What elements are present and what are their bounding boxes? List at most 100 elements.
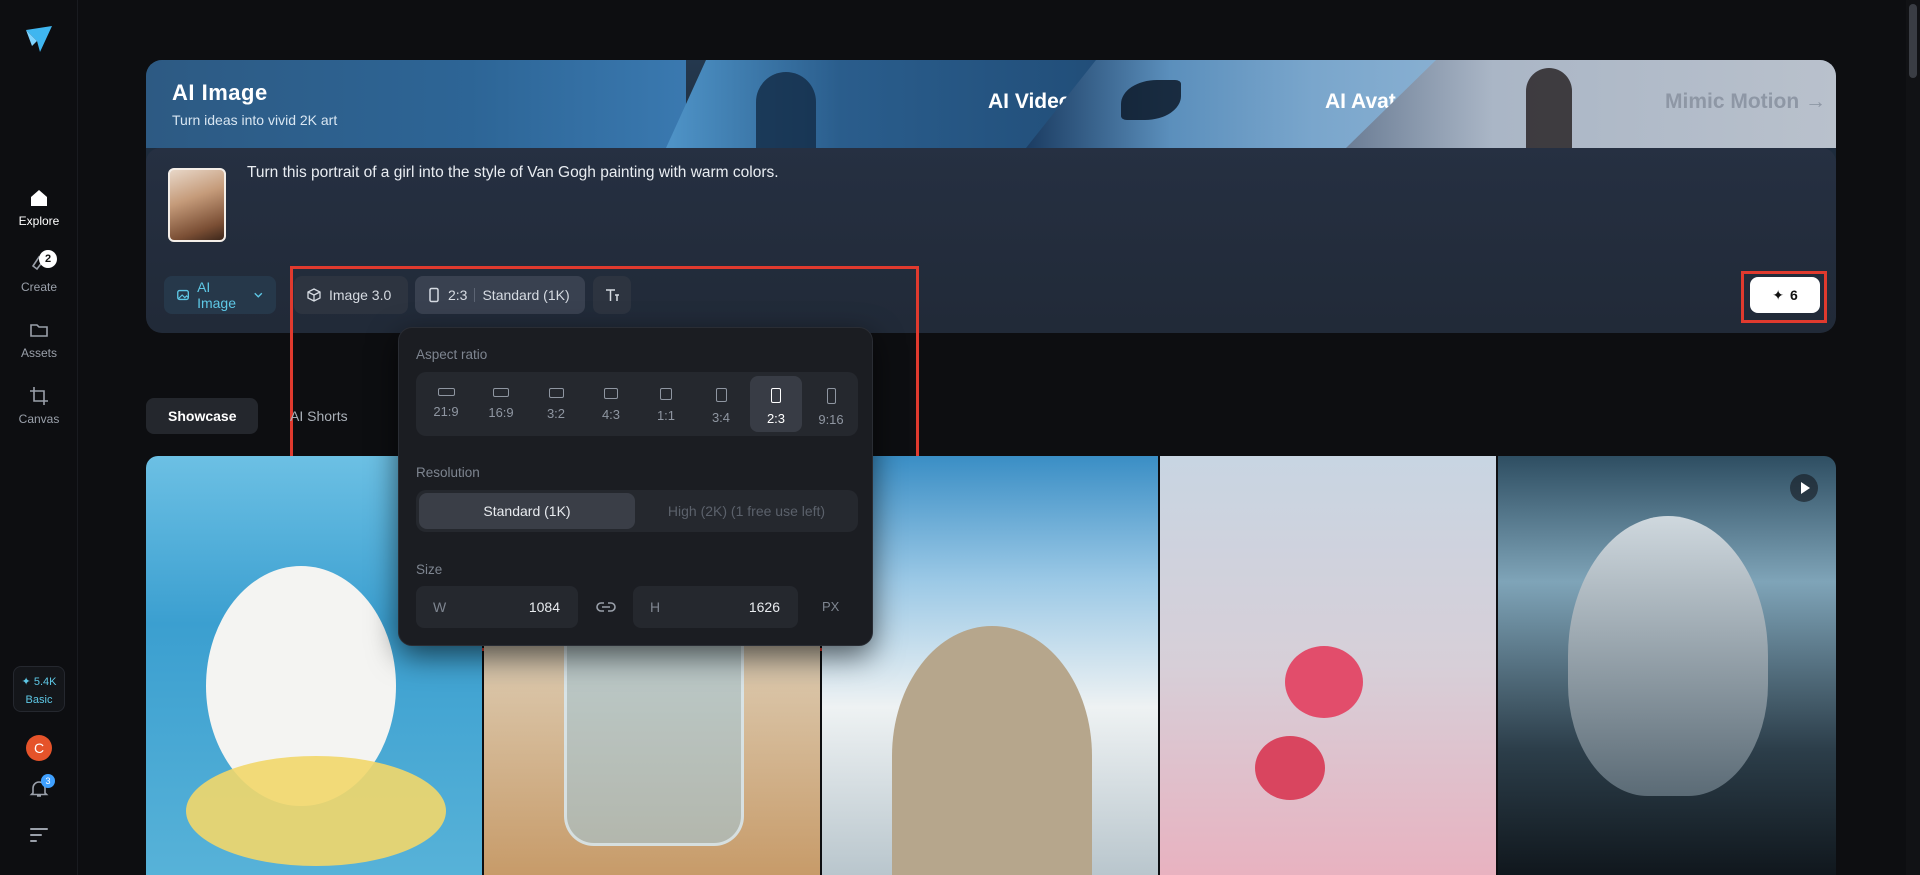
create-icon: 2 [27, 250, 57, 276]
cube-icon [307, 288, 321, 302]
ratio-label: 16:9 [488, 405, 514, 420]
plan-label: Basic [25, 694, 53, 706]
ratio-label: 2:3 [766, 411, 786, 426]
scrollbar-track[interactable] [1906, 0, 1920, 875]
ratio-9-16-icon [826, 388, 836, 404]
gallery-item[interactable] [1498, 456, 1836, 875]
ratio-resolution-button[interactable]: 2:3 Standard (1K) [415, 276, 585, 314]
cherry-image [1255, 736, 1325, 800]
width-field[interactable]: W 1084 [416, 586, 578, 628]
sidebar-item-canvas[interactable]: Canvas [0, 384, 78, 426]
model-label: Image 3.0 [329, 287, 392, 303]
ratio-label: 1:1 [656, 408, 676, 423]
resolution-high[interactable]: High (2K) (1 free use left) [638, 493, 855, 529]
ratio-option-3-2[interactable]: 3:2 [530, 376, 582, 432]
sidebar-item-label: Explore [18, 214, 60, 228]
ratio-option-3-4[interactable]: 3:4 [695, 376, 747, 432]
ratio-3-2-icon [548, 388, 564, 398]
menu-icon[interactable] [30, 828, 48, 842]
width-value: 1084 [528, 599, 560, 615]
ratio-option-21-9[interactable]: 21:9 [420, 376, 472, 432]
image-icon [177, 289, 189, 301]
sidebar: Explore 2 Create Assets Canvas ✦ 5.4K Ba… [0, 0, 78, 875]
sidebar-item-explore[interactable]: Explore [0, 186, 78, 228]
generate-cost: 6 [1789, 287, 1798, 303]
notification-count: 3 [41, 774, 55, 788]
ratio-16-9-icon [493, 388, 509, 397]
ratio-3-4-icon [715, 388, 727, 402]
ratio-option-4-3[interactable]: 4:3 [585, 376, 637, 432]
video-figure-image [756, 72, 816, 148]
width-key: W [433, 599, 447, 615]
sidebar-item-label: Create [20, 280, 58, 294]
folder-icon [30, 324, 48, 337]
sidebar-item-create[interactable]: 2 Create [0, 250, 78, 294]
text-icon [606, 289, 619, 301]
credits-badge[interactable]: ✦ 5.4K Basic [13, 666, 65, 712]
metal-tulip-image [1568, 516, 1768, 796]
notifications-button[interactable]: 3 [28, 774, 55, 800]
sidebar-item-label: Assets [20, 346, 57, 360]
quality-label: Standard (1K) [482, 287, 570, 303]
resolution-options: Standard (1K) High (2K) (1 free use left… [416, 490, 858, 532]
mode-dropdown[interactable]: AI Image [164, 276, 276, 314]
gallery-item[interactable] [1160, 456, 1496, 875]
tab-subtitle: Turn ideas into vivid 2K art [172, 112, 338, 128]
height-field[interactable]: H 1626 [633, 586, 798, 628]
ratio-label: 2:3 [448, 287, 468, 303]
ratio-option-9-16[interactable]: 9:16 [805, 376, 857, 432]
tab-ai-shorts[interactable]: AI Shorts [268, 398, 370, 434]
avatar-figure-image [1526, 68, 1572, 148]
feature-tabs: AI Image Turn ideas into vivid 2K art AI… [146, 60, 1836, 148]
ratio-option-1-1[interactable]: 1:1 [640, 376, 692, 432]
text-style-button[interactable] [593, 276, 631, 314]
height-value: 1626 [748, 599, 780, 615]
float-ring-image [186, 756, 446, 866]
aspect-ratio-options: 21:9 16:9 3:2 4:3 1:1 3:4 2:3 9:16 [416, 372, 858, 436]
credits-amount: ✦ 5.4K [21, 676, 57, 688]
ratio-label: 4:3 [601, 407, 621, 422]
tab-ai-image[interactable]: AI Image Turn ideas into vivid 2K art [146, 60, 686, 148]
model-select-button[interactable]: Image 3.0 [294, 276, 408, 314]
unit-label: PX [822, 599, 840, 614]
height-key: H [650, 599, 661, 615]
sidebar-item-label: Canvas [18, 412, 60, 426]
ratio-option-2-3[interactable]: 2:3 [750, 376, 802, 432]
portrait-ratio-icon [429, 287, 439, 303]
ratio-label: 3:4 [711, 410, 731, 425]
cherry-image [1285, 646, 1363, 718]
ratio-option-16-9[interactable]: 16:9 [475, 376, 527, 432]
ratio-4-3-icon [604, 388, 618, 399]
scrollbar-thumb[interactable] [1909, 4, 1917, 78]
prompt-input[interactable]: Turn this portrait of a girl into the st… [247, 164, 779, 182]
generator-panel: AI Image Turn ideas into vivid 2K art AI… [146, 60, 1836, 333]
create-badge: 2 [39, 250, 57, 268]
ratio-label: 21:9 [433, 404, 459, 419]
reference-image-thumbnail[interactable] [168, 168, 226, 242]
chevron-down-icon [254, 292, 263, 298]
ratio-label: 3:2 [546, 406, 566, 421]
resolution-label: Resolution [416, 465, 480, 480]
tab-label: Mimic Motion → [1665, 90, 1826, 113]
crop-icon [30, 387, 48, 405]
resolution-standard[interactable]: Standard (1K) [419, 493, 635, 529]
tab-showcase[interactable]: Showcase [146, 398, 259, 434]
ratio-2-3-icon [771, 388, 781, 403]
ratio-1-1-icon [660, 388, 672, 400]
avatar[interactable]: C [26, 735, 52, 761]
play-icon[interactable] [1790, 474, 1818, 502]
sparkle-icon: ✦ [1772, 286, 1784, 303]
divider [474, 288, 476, 302]
link-icon[interactable] [595, 597, 617, 617]
size-label: Size [416, 562, 443, 577]
app-logo[interactable] [24, 24, 54, 54]
ratio-21-9-icon [437, 388, 455, 396]
butterfly-image [1121, 80, 1181, 120]
mode-label: AI Image [197, 279, 237, 311]
aspect-ratio-popover: Aspect ratio 21:9 16:9 3:2 4:3 1:1 3:4 2 [398, 327, 873, 646]
tab-title: AI Image [172, 80, 268, 105]
ratio-label: 9:16 [818, 412, 844, 427]
cat-flowers-image [892, 626, 1092, 875]
generate-button[interactable]: ✦ 6 [1750, 277, 1820, 313]
sidebar-item-assets[interactable]: Assets [0, 318, 78, 360]
